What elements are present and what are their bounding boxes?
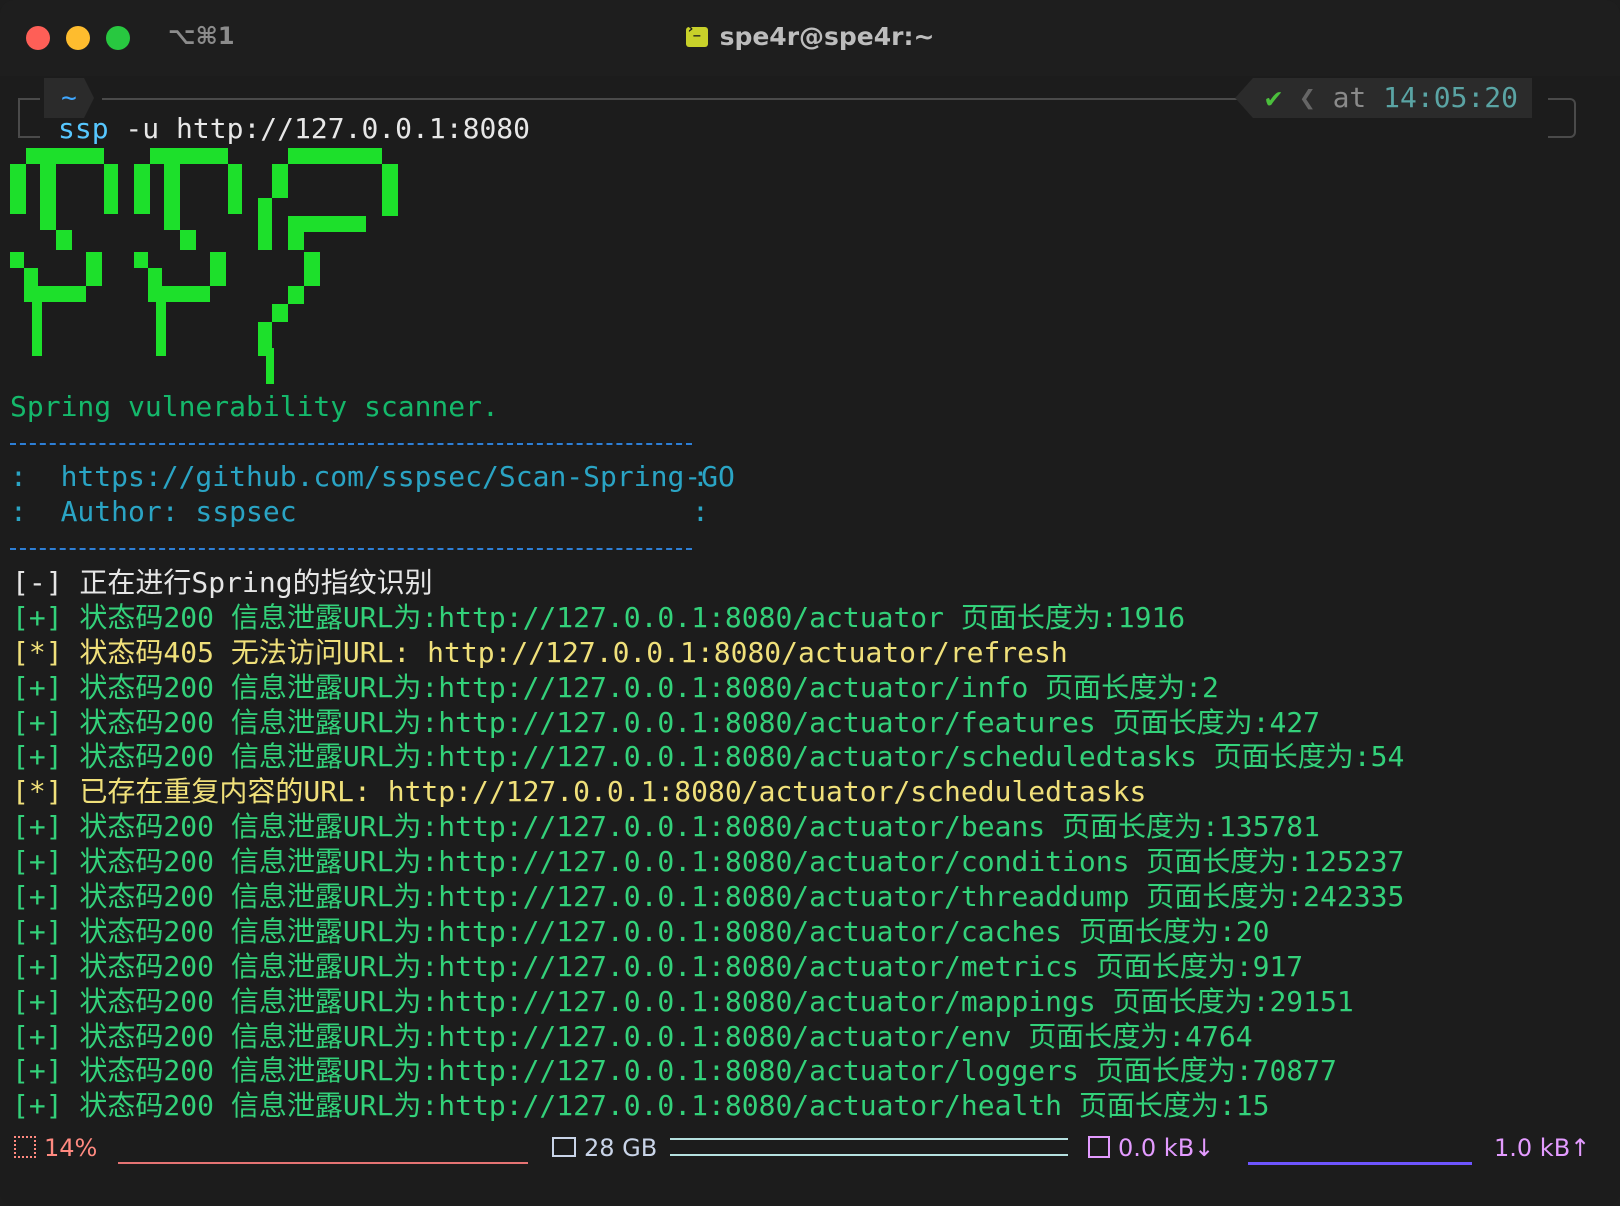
network-up: 1.0 kB↑: [1494, 1134, 1591, 1162]
log-line: [+] 状态码200 信息泄露URL为:http://127.0.0.1:808…: [12, 1089, 1270, 1123]
prompt-time: 14:05:20: [1383, 81, 1518, 114]
logo-block: [288, 286, 304, 304]
prompt-divider: [102, 98, 1302, 100]
prompt-frame-right: [1548, 98, 1576, 138]
log-line: [+] 状态码200 信息泄露URL为:http://127.0.0.1:808…: [12, 810, 1321, 844]
logo-block: [304, 252, 320, 286]
cpu-value: 14%: [44, 1134, 98, 1162]
logo-block: [382, 164, 398, 216]
logo-block: [288, 216, 366, 232]
terminal-icon: [685, 21, 708, 47]
log-line: [+] 状态码200 信息泄露URL为:http://127.0.0.1:808…: [12, 1019, 1253, 1053]
logo-block: [288, 148, 382, 164]
logo-block: [266, 348, 274, 384]
logo-block: [40, 164, 56, 230]
logo-block: [134, 252, 148, 268]
logo-block: [272, 164, 288, 198]
colon-left: :: [10, 460, 27, 493]
window-title: spe4r@spe4r:~: [0, 21, 1620, 51]
logo-block: [148, 268, 162, 302]
terminal-window: ⌥⌘1 spe4r@spe4r:~ ~ ✔ ❮ at 14:05:20 ssp …: [0, 0, 1620, 1206]
prompt-frame-left: [18, 98, 40, 138]
memory-usage: 28 GB: [552, 1134, 657, 1162]
net-down-value: 0.0 kB↓: [1118, 1134, 1215, 1162]
log-line: [+] 状态码200 信息泄露URL为:http://127.0.0.1:808…: [12, 949, 1304, 983]
logo-block: [32, 302, 42, 356]
log-line: [+] 状态码200 信息泄露URL为:http://127.0.0.1:808…: [12, 1054, 1337, 1088]
logo-block: [134, 164, 150, 214]
cpu-sparkline: [118, 1148, 528, 1164]
command-args: -u http://127.0.0.1:8080: [108, 112, 531, 145]
log-line: [+] 状态码200 信息泄露URL为:http://127.0.0.1:808…: [12, 845, 1405, 879]
repo-url[interactable]: https://github.com/sspsec/Scan-Spring-GO: [27, 460, 735, 493]
chevron-left-icon: ❮: [1298, 81, 1333, 114]
logo-block: [56, 230, 72, 250]
logo-block: [288, 232, 304, 250]
status-bar: 14% 28 GB 0.0 kB↓ 1.0 kB↑: [0, 1128, 1620, 1168]
logo-block: [156, 302, 166, 356]
logo-block: [272, 304, 288, 322]
network-sparkline: [1248, 1148, 1472, 1165]
logo-block: [24, 268, 38, 302]
colon-right: :: [692, 495, 709, 528]
logo-block: [162, 286, 210, 302]
command-name: ssp: [58, 112, 109, 145]
log-line: [+] 状态码200 信息泄露URL为:http://127.0.0.1:808…: [12, 914, 1270, 948]
logo-block: [150, 148, 228, 164]
memory-sparkline: [670, 1138, 1068, 1156]
logo-block: [86, 252, 102, 286]
log-line: [+] 状态码200 信息泄露URL为:http://127.0.0.1:808…: [12, 600, 1186, 634]
logo-block: [210, 252, 226, 286]
log-line: [*] 已存在重复内容的URL: http://127.0.0.1:8080/a…: [12, 775, 1147, 809]
logo-block: [104, 164, 118, 214]
log-line: [+] 状态码200 信息泄露URL为:http://127.0.0.1:808…: [12, 705, 1321, 739]
scanner-tagline: Spring vulnerability scanner.: [10, 390, 499, 423]
memory-icon: [552, 1137, 576, 1157]
banner-repo-row: : https://github.com/sspsec/Scan-Spring-…: [10, 460, 735, 493]
author-text: Author: sspsec: [26, 495, 297, 528]
logo-block: [228, 164, 242, 214]
cpu-usage: 14%: [14, 1134, 97, 1162]
network-down: 0.0 kB↓: [1088, 1134, 1214, 1162]
log-line: [-] 正在进行Spring的指纹识别: [12, 566, 433, 599]
colon-right: :: [692, 460, 709, 493]
colon-left: :: [10, 495, 27, 528]
log-line: [*] 状态码405 无法访问URL: http://127.0.0.1:808…: [12, 635, 1068, 669]
memory-value: 28 GB: [584, 1134, 658, 1162]
logo-block: [10, 164, 26, 214]
log-line: [+] 状态码200 信息泄露URL为:http://127.0.0.1:808…: [12, 984, 1354, 1018]
network-icon: [1088, 1136, 1110, 1158]
window-title-text: spe4r@spe4r:~: [719, 22, 935, 51]
logo-block: [26, 148, 104, 164]
at-label: at: [1332, 81, 1367, 114]
scan-log: [-] 正在进行Spring的指纹识别 [+] 状态码200 信息泄露URL为:h…: [12, 566, 1404, 1124]
command-line[interactable]: ssp -u http://127.0.0.1:8080: [58, 112, 530, 145]
logo-block: [180, 230, 196, 250]
log-line: [+] 状态码200 信息泄露URL为:http://127.0.0.1:808…: [12, 740, 1405, 774]
cpu-icon: [14, 1136, 36, 1158]
logo-block: [38, 286, 86, 302]
banner-divider-top: [10, 443, 692, 445]
logo-block: [258, 198, 272, 250]
log-line: [+] 状态码200 信息泄露URL为:http://127.0.0.1:808…: [12, 880, 1405, 914]
logo-block: [164, 164, 180, 230]
log-line: [+] 状态码200 信息泄露URL为:http://127.0.0.1:808…: [12, 670, 1219, 704]
success-check-icon: ✔: [1265, 81, 1282, 114]
status-segment: ✔ ❮ at 14:05:20: [1235, 78, 1532, 118]
title-bar: ⌥⌘1 spe4r@spe4r:~: [0, 0, 1620, 76]
logo-block: [10, 252, 24, 268]
banner-divider-bottom: [10, 548, 692, 550]
banner-author-row: : Author: sspsec:: [10, 495, 709, 528]
